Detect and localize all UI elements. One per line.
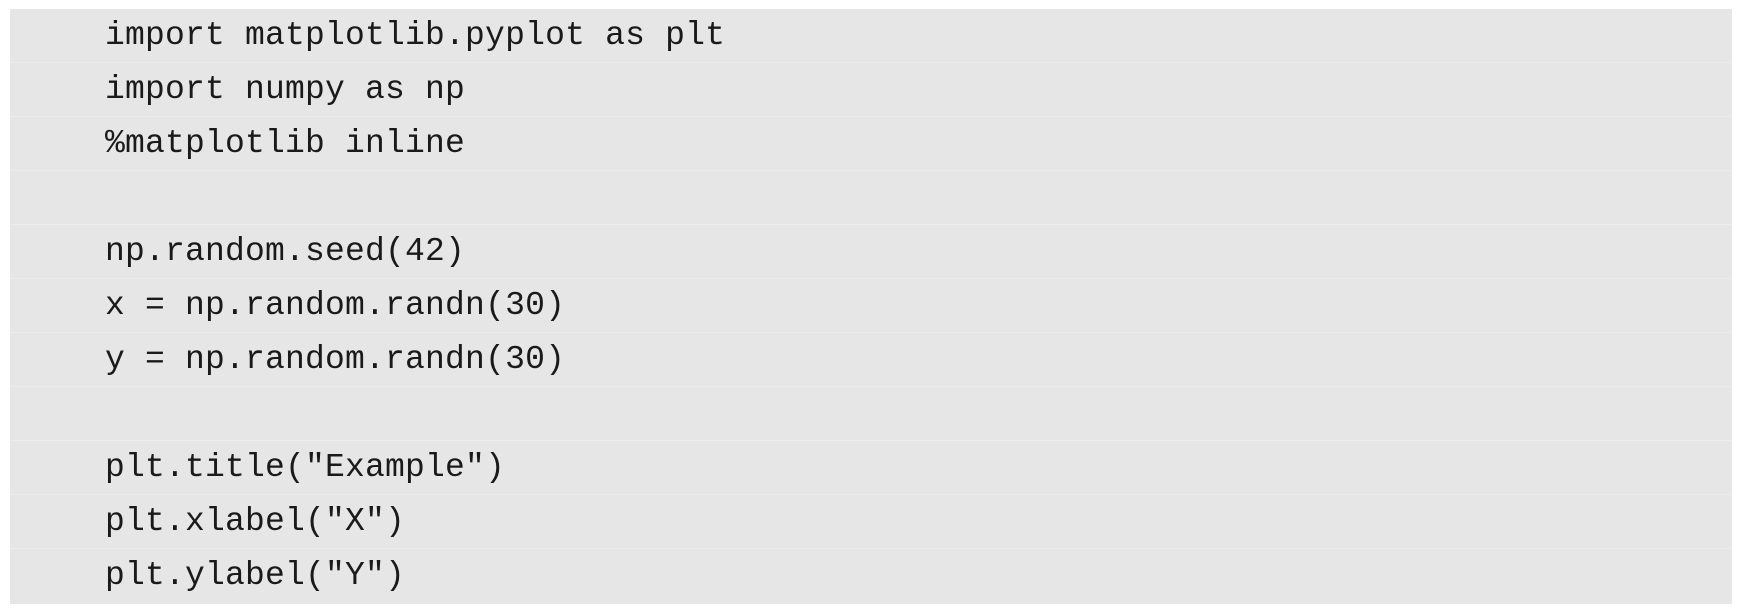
code-line-6: x = np.random.randn(30) (10, 279, 1732, 333)
code-line-2: import numpy as np (10, 63, 1732, 117)
code-line-10: plt.xlabel("X") (10, 495, 1732, 549)
code-line-8 (10, 387, 1732, 441)
code-line-text: %matplotlib inline (105, 125, 466, 162)
code-line-text: import numpy as np (105, 71, 466, 108)
code-line-9: plt.title("Example") (10, 441, 1732, 495)
code-line-text: plt.title("Example") (105, 449, 506, 486)
code-line-text: np.random.seed(42) (105, 233, 466, 270)
code-line-text: x = np.random.randn(30) (105, 287, 566, 324)
code-line-4 (10, 171, 1732, 225)
code-line-5: np.random.seed(42) (10, 225, 1732, 279)
code-line-1: import matplotlib.pyplot as plt (10, 9, 1732, 63)
code-line-text: plt.ylabel("Y") (105, 557, 406, 594)
code-line-text: y = np.random.randn(30) (105, 341, 566, 378)
code-line-text: plt.xlabel("X") (105, 503, 406, 540)
code-block: import matplotlib.pyplot as plt import n… (10, 9, 1732, 604)
code-line-text: import matplotlib.pyplot as plt (105, 17, 726, 54)
code-line-11: plt.ylabel("Y") (10, 549, 1732, 603)
code-line-7: y = np.random.randn(30) (10, 333, 1732, 387)
code-line-3: %matplotlib inline (10, 117, 1732, 171)
